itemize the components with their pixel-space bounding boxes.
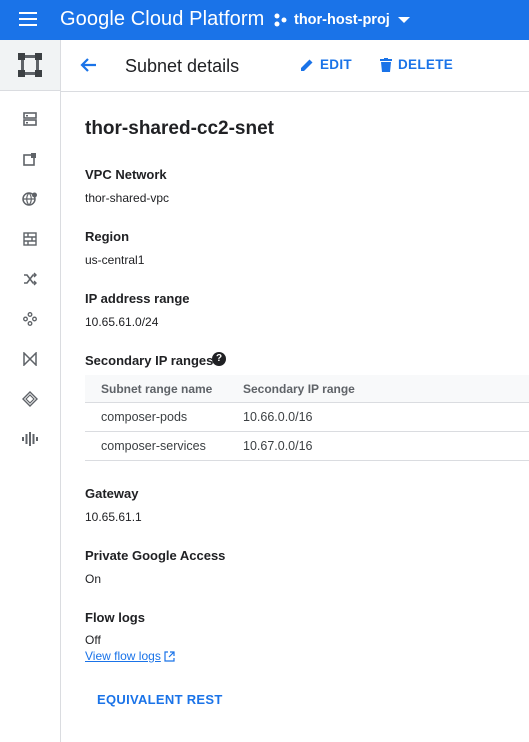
private-google-access-label: Private Google Access [85, 548, 226, 563]
rail-item-firewall[interactable] [0, 224, 60, 254]
rail-item-shared-vpc[interactable] [0, 344, 60, 374]
chevron-down-icon [397, 17, 410, 23]
back-arrow-icon[interactable] [78, 54, 100, 76]
rail-item-serverless-access[interactable] [0, 384, 60, 414]
rail-item-external-ips[interactable] [0, 144, 60, 174]
trash-icon [380, 57, 392, 72]
server-icon [23, 112, 37, 126]
table-header: Subnet range name Secondary IP range [85, 375, 529, 403]
table-cell: 10.66.0.0/16 [243, 410, 313, 424]
page-header: Subnet details EDIT DELETE [61, 40, 529, 92]
equivalent-rest-button[interactable]: EQUIVALENT REST [97, 692, 223, 707]
external-ip-icon [23, 153, 36, 166]
region-value: us-central1 [85, 253, 145, 267]
menu-icon[interactable] [19, 12, 37, 26]
project-selector[interactable]: thor-host-proj [274, 9, 410, 31]
rail-item-packet-mirroring[interactable] [0, 424, 60, 454]
flow-logs-label: Flow logs [85, 610, 145, 625]
flow-logs-value: Off [85, 633, 101, 647]
region-label: Region [85, 229, 130, 244]
rail-item-peering[interactable] [0, 304, 60, 334]
product-title[interactable]: Google Cloud Platform [60, 8, 264, 31]
secondary-ranges-table: Subnet range name Secondary IP range com… [85, 375, 529, 461]
secondary-ranges-label: Secondary IP ranges [85, 353, 214, 368]
delete-button-label: DELETE [398, 57, 454, 72]
routes-icon [24, 272, 37, 286]
subnet-name: thor-shared-cc2-snet [85, 118, 274, 139]
private-google-access-value: On [85, 572, 102, 586]
column-header-range-name: Subnet range name [101, 381, 213, 396]
pencil-icon [301, 59, 313, 71]
vpc-product-logo[interactable] [0, 40, 60, 91]
ip-range-label: IP address range [85, 291, 190, 306]
rail-item-routes[interactable] [0, 264, 60, 294]
top-app-bar: Google Cloud Platform thor-host-proj [0, 0, 529, 40]
edit-button-label: EDIT [320, 57, 352, 72]
ip-range-value: 10.65.61.0/24 [85, 315, 159, 329]
hub-icon [23, 312, 37, 326]
table-row: composer-services 10.67.0.0/16 [85, 432, 529, 461]
interconnect-icon [23, 352, 37, 366]
project-name: thor-host-proj [294, 12, 390, 28]
globe-icon [22, 192, 37, 206]
rail-item-vpc-networks[interactable] [0, 184, 60, 214]
table-row: composer-pods 10.66.0.0/16 [85, 403, 529, 432]
external-link-icon [164, 650, 175, 662]
table-cell: composer-services [101, 439, 206, 453]
firewall-icon [23, 232, 37, 246]
column-header-ip-range: Secondary IP range [243, 381, 355, 396]
edit-button[interactable]: EDIT [300, 57, 352, 72]
gateway-value: 10.65.61.1 [85, 510, 142, 524]
vpc-network-label: VPC Network [85, 167, 167, 182]
table-cell: composer-pods [101, 410, 188, 424]
page-title: Subnet details [125, 56, 240, 76]
delete-button[interactable]: DELETE [380, 57, 453, 72]
network-intelligence-icon [22, 432, 38, 446]
table-cell: 10.67.0.0/16 [243, 439, 313, 453]
project-dots-icon [274, 13, 287, 27]
vpc-network-logo-icon [18, 53, 42, 77]
view-flow-logs-label: View flow logs [85, 649, 161, 663]
network-services-icon [22, 391, 38, 407]
vpc-network-value: thor-shared-vpc [85, 191, 170, 205]
product-nav-rail [0, 40, 61, 742]
gateway-label: Gateway [85, 486, 139, 501]
view-flow-logs-link[interactable]: View flow logs [85, 649, 175, 663]
help-icon[interactable]: ? [212, 352, 226, 366]
rail-item-instances[interactable] [0, 104, 60, 134]
